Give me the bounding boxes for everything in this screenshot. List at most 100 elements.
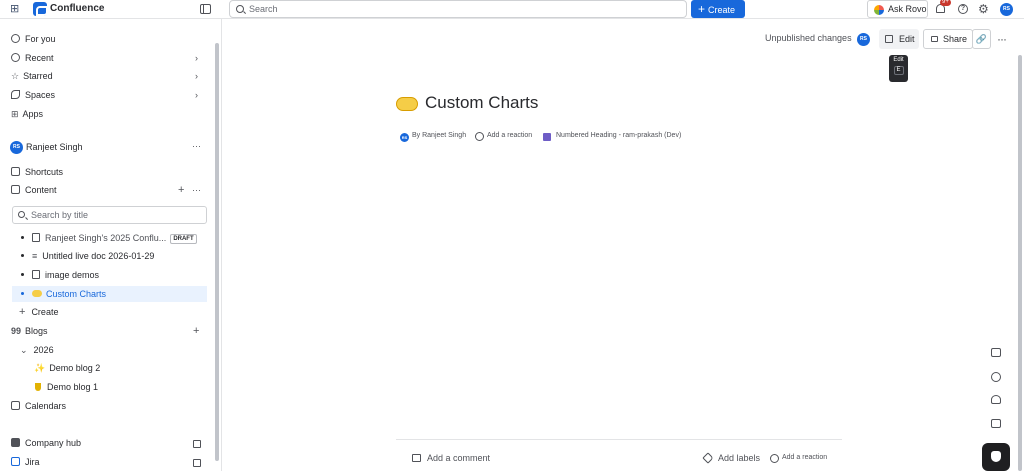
sidebar-item-label: Company hub [25,438,82,448]
ask-rovo-button[interactable]: Ask Rovo [867,0,928,18]
filter-placeholder: Search by title [31,210,89,220]
video-icon[interactable] [991,419,1001,428]
live-doc-icon: ≡ [32,251,38,261]
search-icon [236,5,244,13]
product-name[interactable]: Confluence [50,3,104,14]
copy-link-icon[interactable]: 🔗 [972,29,991,49]
page-icon [32,233,40,242]
search-placeholder: Search [249,4,278,14]
numbered-heading-macro[interactable]: Numbered Heading - ram-prakash (Dev) [556,132,681,139]
chevron-right-icon[interactable]: › [195,53,198,63]
blog-post-label: Demo blog 2 [49,363,101,373]
sidebar-item-label: Recent [25,53,54,63]
create-link[interactable]: + Create [19,304,58,320]
tree-item[interactable]: Ranjeet Singh's 2025 Conflu... DRAFT [21,230,207,246]
info-icon[interactable] [991,372,1001,382]
add-comment-link[interactable]: Add a comment [427,453,490,463]
sidebar-item-starred[interactable]: ☆ Starred [11,68,53,84]
sidebar: For you Recent › ☆ Starred › Spaces › ⊞ Ap… [0,19,222,471]
sidebar-item-label: Shortcuts [25,167,64,177]
settings-gear-icon[interactable]: ⚙ [978,3,989,15]
jira-icon [11,457,20,466]
chevron-right-icon[interactable]: › [195,90,198,100]
app-switcher-icon[interactable]: ⊞ [10,3,22,15]
create-link-label: Create [31,307,59,317]
sparkle-emoji-icon: ✨ [34,363,46,373]
sidebar-item-jira[interactable]: Jira [11,454,40,470]
add-blog-icon[interactable]: + [193,325,199,337]
space-name[interactable]: Ranjeet Singh [26,139,83,155]
sidebar-item-label: Calendars [25,401,67,411]
add-content-icon[interactable]: + [178,184,184,196]
sidebar-item-for-you[interactable]: For you [11,31,56,47]
footer-add-reaction-link[interactable]: Add a reaction [782,454,827,461]
create-button[interactable]: + Create [691,0,745,18]
quote-icon: 99 [11,326,22,336]
loom-icon[interactable] [991,395,1001,404]
tree-item-active[interactable]: Custom Charts [12,286,207,302]
space-more-icon[interactable]: ··· [192,141,201,151]
pencil-icon [885,35,893,43]
user-avatar[interactable]: RS [1000,3,1013,16]
sidebar-item-company-hub[interactable]: Company hub [11,435,81,451]
page-icon [32,270,40,279]
tree-item[interactable]: ≡ Untitled live doc 2026-01-29 [21,248,207,264]
search-input[interactable]: Search [229,0,687,18]
draft-badge: DRAFT [170,234,197,244]
label-tag-icon [702,452,714,464]
edit-button[interactable]: Edit [879,29,919,49]
add-labels-link[interactable]: Add labels [718,453,760,463]
chat-assistant-button[interactable] [982,443,1010,471]
sidebar-item-label: Content [25,185,57,195]
sidebar-item-calendars[interactable]: Calendars [11,398,66,414]
chevron-right-icon[interactable]: › [195,71,198,81]
shortcut-icon [11,167,20,176]
numbered-heading-icon [543,133,551,141]
share-button[interactable]: Share [923,29,973,49]
sidebar-item-apps[interactable]: ⊞ Apps [11,106,43,122]
sidebar-item-blogs[interactable]: 99 Blogs [11,323,48,339]
help-icon[interactable]: ? [958,4,968,14]
blog-year-group[interactable]: ⌄ 2026 [20,342,54,358]
content-filter-input[interactable]: Search by title [12,206,207,224]
external-link-icon[interactable] [193,459,201,467]
blog-post[interactable]: Demo blog 1 [34,379,98,395]
external-link-icon[interactable] [193,440,201,448]
collaborator-avatar[interactable]: RS [857,33,870,46]
share-button-label: Share [943,34,968,44]
tree-item[interactable]: image demos [21,267,207,283]
sidebar-item-recent[interactable]: Recent [11,50,54,66]
clock-icon [11,53,20,62]
rovo-icon [874,5,884,15]
sidebar-toggle-icon[interactable] [200,4,211,14]
add-reaction-link[interactable]: Add a reaction [487,132,532,139]
sidebar-item-content[interactable]: Content [11,182,57,198]
trophy-emoji-icon [35,383,41,391]
sidebar-item-spaces[interactable]: Spaces [11,87,55,103]
confluence-logo-icon[interactable] [33,2,48,16]
tooltip-label: Edit [893,57,904,63]
lock-icon [931,36,938,42]
tooltip-shortcut-key: E [893,66,904,75]
blog-post-label: Demo blog 1 [47,382,99,392]
byline[interactable]: By Ranjeet Singh [412,132,466,139]
chevron-down-icon: ⌄ [20,345,28,355]
handshake-emoji-icon [32,290,42,297]
content-more-icon[interactable]: ··· [192,185,201,195]
person-circle-icon [11,34,20,43]
edit-tooltip: Edit E [889,55,908,82]
page-title[interactable]: Custom Charts [425,93,538,113]
page-scrollbar[interactable] [1018,55,1022,471]
blog-post[interactable]: ✨ Demo blog 2 [34,360,100,376]
handshake-emoji-icon[interactable] [396,97,418,111]
sidebar-scrollbar[interactable] [215,43,219,461]
add-reaction-icon [770,454,779,463]
more-actions-icon[interactable]: ··· [997,32,1007,46]
comments-panel-icon[interactable] [991,348,1001,357]
sidebar-item-shortcuts[interactable]: Shortcuts [11,164,63,180]
unpublished-status: Unpublished changes [765,33,852,43]
bullet [21,273,24,276]
space-avatar: RS [10,141,23,154]
create-button-label: Create [708,5,736,15]
bullet [21,236,24,239]
